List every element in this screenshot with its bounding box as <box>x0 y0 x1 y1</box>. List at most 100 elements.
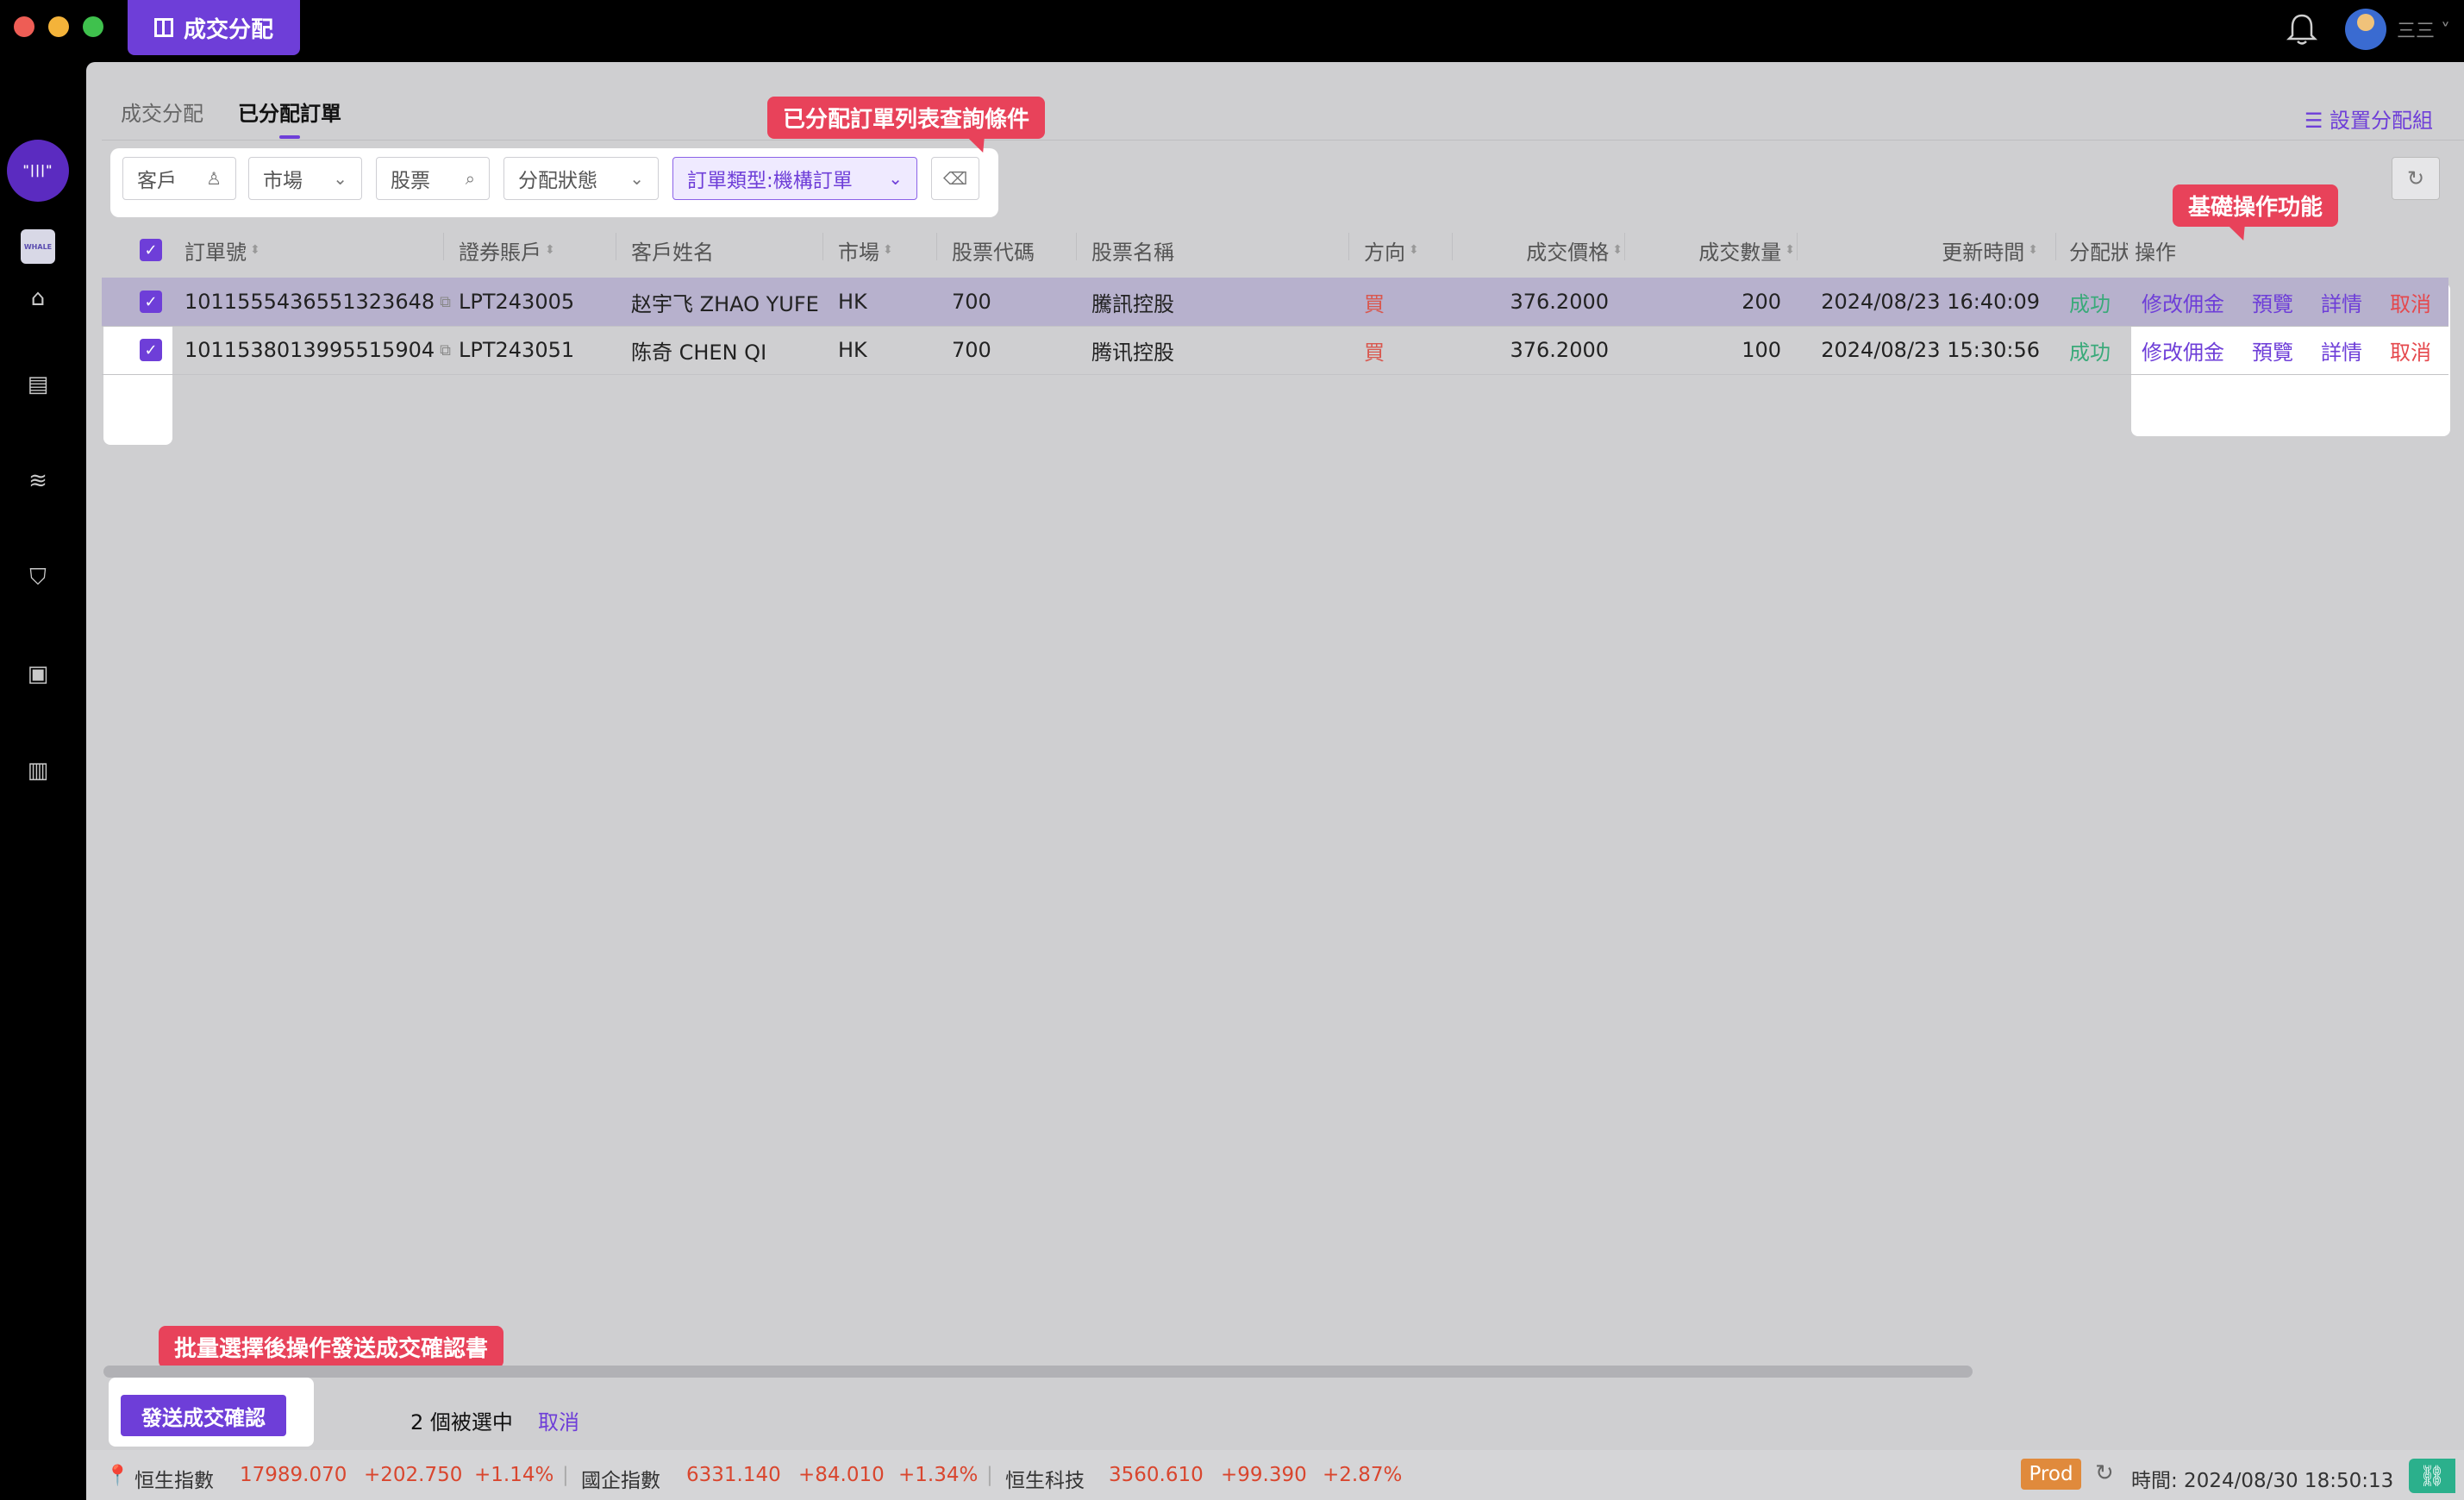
title-bar: 成交分配 三三 ˅ <box>0 0 2464 62</box>
qty: 100 <box>1742 338 1781 362</box>
table-row: ✓ 1011538013995515904 ⧉ LPT243051 陈奇 CHEN… <box>102 326 2448 374</box>
tab-trade-allocation[interactable]: 成交分配 <box>121 97 203 127</box>
refresh-button[interactable]: ↻ <box>2392 157 2440 200</box>
order-type-select[interactable]: 訂單類型:機構訂單 ⌄ <box>672 157 917 200</box>
report-icon[interactable]: ▣ <box>24 660 52 688</box>
col-alloc-status: 分配狀 <box>2069 240 2128 265</box>
market: HK <box>838 290 867 314</box>
search-document-icon[interactable]: ▤ <box>24 371 52 398</box>
account: LPT243005 <box>459 290 575 314</box>
cancel-link[interactable]: 取消 <box>2390 278 2431 326</box>
stock-name: 腾讯控股 <box>1091 340 1174 365</box>
table-row: ✓ 1011555436551323648 ⧉ LPT243005 赵宇飞 ZHA… <box>102 278 2448 326</box>
col-stock-name: 股票名稱 <box>1091 240 1174 265</box>
chevron-down-icon: ⌄ <box>629 168 644 189</box>
search-icon: ⌕ <box>465 168 475 189</box>
app-tab[interactable]: 成交分配 <box>128 0 300 55</box>
col-stock-code: 股票代碼 <box>952 240 1035 265</box>
stock-name: 騰訊控股 <box>1091 291 1174 316</box>
client-filter[interactable]: 客戶 ♙ <box>122 157 236 200</box>
link-icon[interactable]: ⛓ <box>2409 1459 2455 1493</box>
close-window-button[interactable] <box>14 16 34 37</box>
edit-commission-link[interactable]: 修改佣金 <box>2142 326 2224 374</box>
chevron-down-icon: ⌄ <box>333 168 347 189</box>
panel-icon <box>153 18 173 37</box>
market-ticker-bar: 📍 恒生指數 17989.070 +202.750 +1.14% | 國企指數 … <box>86 1450 2464 1500</box>
cancel-link[interactable]: 取消 <box>2390 326 2431 374</box>
market-select[interactable]: 市場 ⌄ <box>248 157 362 200</box>
user-menu[interactable]: 三三 ˅ <box>2397 16 2450 43</box>
stock-search-label: 股票 <box>391 170 430 192</box>
pin-icon: 📍 <box>105 1465 130 1487</box>
cancel-selection-link[interactable]: 取消 <box>538 1405 579 1435</box>
row-checkbox[interactable]: ✓ <box>140 291 162 313</box>
ticker-divider: | <box>986 1464 993 1486</box>
col-qty[interactable]: 成交數量 ⬍ <box>1624 222 1795 278</box>
batch-ops-callout: 批量選擇後操作發送成交確認書 <box>159 1326 504 1368</box>
stock-code: 700 <box>952 290 991 314</box>
clear-filters-button[interactable]: ⌫ <box>931 157 979 200</box>
ticker-change: +202.750 <box>364 1464 463 1486</box>
shield-icon[interactable]: ⛉ <box>24 564 52 591</box>
row-checkbox[interactable]: ✓ <box>140 339 162 361</box>
ticker-change: +99.390 <box>1221 1464 1307 1486</box>
ticker-value: 17989.070 <box>240 1464 347 1486</box>
alloc-status-select[interactable]: 分配狀態 ⌄ <box>503 157 659 200</box>
query-conditions-callout: 已分配訂單列表查詢條件 <box>767 97 1046 139</box>
tab-bar: 成交分配 已分配訂單 <box>121 97 341 139</box>
horizontal-scrollbar[interactable] <box>103 1366 1973 1378</box>
price: 376.2000 <box>1510 290 1609 314</box>
copy-icon[interactable]: ⧉ <box>440 341 451 359</box>
user-icon: ♙ <box>206 168 222 189</box>
ticker-change: +84.010 <box>798 1464 885 1486</box>
server-time: 時間: 2024/08/30 18:50:13 <box>2131 1470 2394 1492</box>
ticker-divider: | <box>562 1464 569 1486</box>
order-no: 1011555436551323648 ⧉ <box>184 290 451 314</box>
market: HK <box>838 338 867 362</box>
home-icon[interactable]: ⌂ <box>24 284 52 312</box>
preview-link[interactable]: 預覽 <box>2252 278 2293 326</box>
bell-icon[interactable] <box>2286 12 2317 47</box>
detail-link[interactable]: 詳情 <box>2321 326 2362 374</box>
col-side[interactable]: 方向 ⬍ <box>1364 222 1419 278</box>
ticker-pct: +1.34% <box>898 1464 979 1486</box>
left-sidebar: "|||" WHALE ⌂ ▤ ≋ ⛉ ▣ ▥ » <box>0 62 86 1500</box>
col-updated[interactable]: 更新時間 ⬍ <box>1797 222 2038 278</box>
alloc-status: 成功 <box>2069 291 2111 316</box>
col-actions: 操作 <box>2135 240 2176 265</box>
client-filter-label: 客戶 <box>137 170 177 192</box>
basic-ops-callout: 基礎操作功能 <box>2173 184 2339 227</box>
refresh-icon[interactable]: ↻ <box>2095 1460 2114 1486</box>
building-icon[interactable]: ▥ <box>24 757 52 784</box>
detail-link[interactable]: 詳情 <box>2321 278 2362 326</box>
setup-group-link[interactable]: ☰ 設置分配組 <box>2305 103 2433 134</box>
main-content: 成交分配 已分配訂單 ☰ 設置分配組 客戶 ♙ 市場 ⌄ 股票 ⌕ 分配狀態 ⌄ 訂單類… <box>86 62 2464 1450</box>
market-select-label: 市場 <box>263 170 303 192</box>
copy-icon[interactable]: ⧉ <box>440 293 451 311</box>
database-icon[interactable]: ≋ <box>24 467 52 495</box>
whale-app-icon[interactable]: WHALE <box>21 229 55 264</box>
tab-allocated-orders[interactable]: 已分配訂單 <box>238 97 341 139</box>
clear-icon: ⌫ <box>942 168 968 189</box>
select-all-checkbox[interactable]: ✓ <box>140 239 162 261</box>
maximize-window-button[interactable] <box>83 16 103 37</box>
brand-logo: "|||" <box>7 140 69 202</box>
setup-group-label: 設置分配組 <box>2330 109 2433 133</box>
col-order-no[interactable]: 訂單號 ⬍ <box>184 222 260 278</box>
ticker-value: 6331.140 <box>686 1464 781 1486</box>
preview-link[interactable]: 預覽 <box>2252 326 2293 374</box>
account: LPT243051 <box>459 338 575 362</box>
order-no: 1011538013995515904 ⧉ <box>184 338 451 362</box>
send-confirmation-button[interactable]: 發送成交確認 <box>121 1395 286 1436</box>
user-name: 三三 <box>2397 21 2436 42</box>
col-account[interactable]: 證券賬戶 ⬍ <box>459 222 555 278</box>
updated-time: 2024/08/23 15:30:56 <box>1821 338 2040 362</box>
col-market[interactable]: 市場 ⬍ <box>838 222 893 278</box>
minimize-window-button[interactable] <box>48 16 69 37</box>
table-header: ✓ 訂單號 ⬍ 證券賬戶 ⬍ 客戶姓名 市場 ⬍ 股票代碼 股票名稱 方向 ⬍ 成交價格… <box>102 222 2448 278</box>
stock-search[interactable]: 股票 ⌕ <box>376 157 490 200</box>
avatar[interactable] <box>2345 9 2386 50</box>
client-name: 陈奇 CHEN QI <box>631 340 767 365</box>
edit-commission-link[interactable]: 修改佣金 <box>2142 278 2224 326</box>
col-price[interactable]: 成交價格 ⬍ <box>1452 222 1623 278</box>
